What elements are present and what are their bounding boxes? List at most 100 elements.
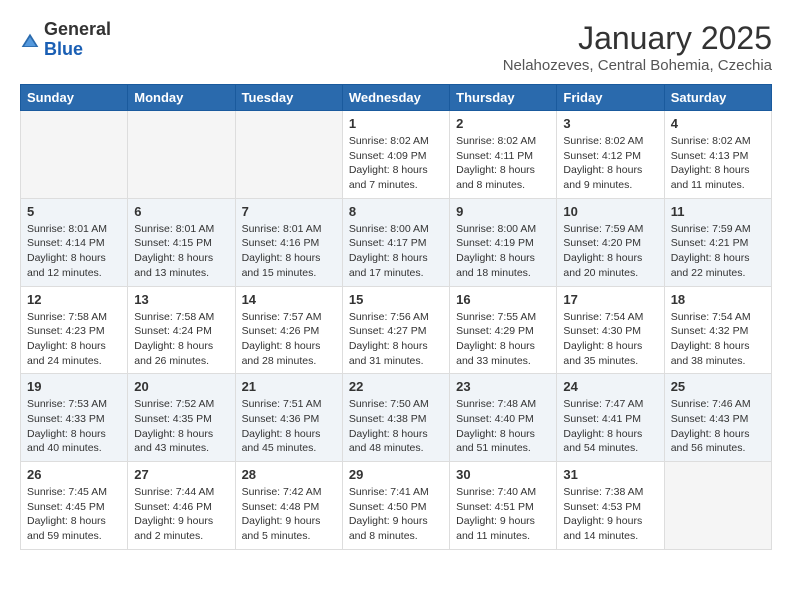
calendar-week-row: 5 Sunrise: 8:01 AMSunset: 4:14 PMDayligh… bbox=[21, 198, 772, 286]
col-friday: Friday bbox=[557, 85, 664, 111]
day-info: Sunrise: 7:45 AMSunset: 4:45 PMDaylight:… bbox=[27, 485, 121, 544]
day-info: Sunrise: 8:01 AMSunset: 4:16 PMDaylight:… bbox=[242, 222, 336, 281]
day-number: 28 bbox=[242, 467, 336, 482]
logo: General Blue bbox=[20, 20, 111, 60]
calendar-week-row: 26 Sunrise: 7:45 AMSunset: 4:45 PMDaylig… bbox=[21, 462, 772, 550]
day-number: 30 bbox=[456, 467, 550, 482]
calendar-cell bbox=[21, 111, 128, 199]
calendar-cell: 17 Sunrise: 7:54 AMSunset: 4:30 PMDaylig… bbox=[557, 286, 664, 374]
day-info: Sunrise: 7:41 AMSunset: 4:50 PMDaylight:… bbox=[349, 485, 443, 544]
day-number: 6 bbox=[134, 204, 228, 219]
calendar-cell: 25 Sunrise: 7:46 AMSunset: 4:43 PMDaylig… bbox=[664, 374, 771, 462]
col-saturday: Saturday bbox=[664, 85, 771, 111]
calendar-cell: 9 Sunrise: 8:00 AMSunset: 4:19 PMDayligh… bbox=[450, 198, 557, 286]
calendar-cell: 5 Sunrise: 8:01 AMSunset: 4:14 PMDayligh… bbox=[21, 198, 128, 286]
calendar-cell: 18 Sunrise: 7:54 AMSunset: 4:32 PMDaylig… bbox=[664, 286, 771, 374]
day-info: Sunrise: 7:59 AMSunset: 4:21 PMDaylight:… bbox=[671, 222, 765, 281]
day-number: 19 bbox=[27, 379, 121, 394]
day-number: 2 bbox=[456, 116, 550, 131]
calendar-cell: 12 Sunrise: 7:58 AMSunset: 4:23 PMDaylig… bbox=[21, 286, 128, 374]
calendar-header-row: Sunday Monday Tuesday Wednesday Thursday… bbox=[21, 85, 772, 111]
day-number: 9 bbox=[456, 204, 550, 219]
day-info: Sunrise: 8:01 AMSunset: 4:14 PMDaylight:… bbox=[27, 222, 121, 281]
day-info: Sunrise: 8:02 AMSunset: 4:12 PMDaylight:… bbox=[563, 134, 657, 193]
calendar-cell: 2 Sunrise: 8:02 AMSunset: 4:11 PMDayligh… bbox=[450, 111, 557, 199]
day-number: 8 bbox=[349, 204, 443, 219]
day-info: Sunrise: 7:40 AMSunset: 4:51 PMDaylight:… bbox=[456, 485, 550, 544]
day-number: 20 bbox=[134, 379, 228, 394]
calendar-cell: 11 Sunrise: 7:59 AMSunset: 4:21 PMDaylig… bbox=[664, 198, 771, 286]
calendar-cell: 16 Sunrise: 7:55 AMSunset: 4:29 PMDaylig… bbox=[450, 286, 557, 374]
day-number: 18 bbox=[671, 292, 765, 307]
calendar-cell bbox=[235, 111, 342, 199]
day-info: Sunrise: 7:51 AMSunset: 4:36 PMDaylight:… bbox=[242, 397, 336, 456]
day-number: 1 bbox=[349, 116, 443, 131]
calendar-cell: 8 Sunrise: 8:00 AMSunset: 4:17 PMDayligh… bbox=[342, 198, 449, 286]
calendar-week-row: 1 Sunrise: 8:02 AMSunset: 4:09 PMDayligh… bbox=[21, 111, 772, 199]
col-tuesday: Tuesday bbox=[235, 85, 342, 111]
day-number: 23 bbox=[456, 379, 550, 394]
logo-text: General Blue bbox=[44, 20, 111, 60]
month-title: January 2025 bbox=[503, 20, 772, 57]
day-info: Sunrise: 7:47 AMSunset: 4:41 PMDaylight:… bbox=[563, 397, 657, 456]
page-header: General Blue January 2025 Nelahozeves, C… bbox=[20, 20, 772, 74]
calendar-cell: 4 Sunrise: 8:02 AMSunset: 4:13 PMDayligh… bbox=[664, 111, 771, 199]
day-info: Sunrise: 8:02 AMSunset: 4:11 PMDaylight:… bbox=[456, 134, 550, 193]
day-info: Sunrise: 8:01 AMSunset: 4:15 PMDaylight:… bbox=[134, 222, 228, 281]
day-info: Sunrise: 7:48 AMSunset: 4:40 PMDaylight:… bbox=[456, 397, 550, 456]
day-info: Sunrise: 7:54 AMSunset: 4:32 PMDaylight:… bbox=[671, 310, 765, 369]
calendar-cell: 20 Sunrise: 7:52 AMSunset: 4:35 PMDaylig… bbox=[128, 374, 235, 462]
location: Nelahozeves, Central Bohemia, Czechia bbox=[503, 57, 772, 74]
calendar-cell: 24 Sunrise: 7:47 AMSunset: 4:41 PMDaylig… bbox=[557, 374, 664, 462]
calendar-cell: 19 Sunrise: 7:53 AMSunset: 4:33 PMDaylig… bbox=[21, 374, 128, 462]
calendar-cell: 6 Sunrise: 8:01 AMSunset: 4:15 PMDayligh… bbox=[128, 198, 235, 286]
day-number: 24 bbox=[563, 379, 657, 394]
day-info: Sunrise: 7:57 AMSunset: 4:26 PMDaylight:… bbox=[242, 310, 336, 369]
day-info: Sunrise: 7:46 AMSunset: 4:43 PMDaylight:… bbox=[671, 397, 765, 456]
day-number: 15 bbox=[349, 292, 443, 307]
calendar-cell: 21 Sunrise: 7:51 AMSunset: 4:36 PMDaylig… bbox=[235, 374, 342, 462]
day-info: Sunrise: 7:55 AMSunset: 4:29 PMDaylight:… bbox=[456, 310, 550, 369]
day-number: 26 bbox=[27, 467, 121, 482]
calendar-cell bbox=[664, 462, 771, 550]
day-number: 7 bbox=[242, 204, 336, 219]
calendar-cell: 10 Sunrise: 7:59 AMSunset: 4:20 PMDaylig… bbox=[557, 198, 664, 286]
day-info: Sunrise: 7:50 AMSunset: 4:38 PMDaylight:… bbox=[349, 397, 443, 456]
day-info: Sunrise: 7:56 AMSunset: 4:27 PMDaylight:… bbox=[349, 310, 443, 369]
day-info: Sunrise: 7:42 AMSunset: 4:48 PMDaylight:… bbox=[242, 485, 336, 544]
day-number: 21 bbox=[242, 379, 336, 394]
day-number: 13 bbox=[134, 292, 228, 307]
day-info: Sunrise: 8:00 AMSunset: 4:17 PMDaylight:… bbox=[349, 222, 443, 281]
calendar-cell: 29 Sunrise: 7:41 AMSunset: 4:50 PMDaylig… bbox=[342, 462, 449, 550]
day-number: 10 bbox=[563, 204, 657, 219]
calendar-cell: 7 Sunrise: 8:01 AMSunset: 4:16 PMDayligh… bbox=[235, 198, 342, 286]
col-monday: Monday bbox=[128, 85, 235, 111]
day-info: Sunrise: 7:58 AMSunset: 4:24 PMDaylight:… bbox=[134, 310, 228, 369]
calendar-cell: 13 Sunrise: 7:58 AMSunset: 4:24 PMDaylig… bbox=[128, 286, 235, 374]
calendar-cell: 27 Sunrise: 7:44 AMSunset: 4:46 PMDaylig… bbox=[128, 462, 235, 550]
calendar-cell: 3 Sunrise: 8:02 AMSunset: 4:12 PMDayligh… bbox=[557, 111, 664, 199]
day-number: 4 bbox=[671, 116, 765, 131]
day-info: Sunrise: 7:52 AMSunset: 4:35 PMDaylight:… bbox=[134, 397, 228, 456]
day-number: 27 bbox=[134, 467, 228, 482]
day-info: Sunrise: 8:02 AMSunset: 4:09 PMDaylight:… bbox=[349, 134, 443, 193]
logo-icon bbox=[20, 32, 40, 52]
calendar-table: Sunday Monday Tuesday Wednesday Thursday… bbox=[20, 84, 772, 550]
col-thursday: Thursday bbox=[450, 85, 557, 111]
calendar-week-row: 12 Sunrise: 7:58 AMSunset: 4:23 PMDaylig… bbox=[21, 286, 772, 374]
day-number: 22 bbox=[349, 379, 443, 394]
day-info: Sunrise: 8:00 AMSunset: 4:19 PMDaylight:… bbox=[456, 222, 550, 281]
day-number: 31 bbox=[563, 467, 657, 482]
day-number: 17 bbox=[563, 292, 657, 307]
logo-general: General bbox=[44, 20, 111, 40]
day-number: 25 bbox=[671, 379, 765, 394]
col-sunday: Sunday bbox=[21, 85, 128, 111]
calendar-cell: 14 Sunrise: 7:57 AMSunset: 4:26 PMDaylig… bbox=[235, 286, 342, 374]
day-info: Sunrise: 7:53 AMSunset: 4:33 PMDaylight:… bbox=[27, 397, 121, 456]
day-number: 5 bbox=[27, 204, 121, 219]
day-info: Sunrise: 7:38 AMSunset: 4:53 PMDaylight:… bbox=[563, 485, 657, 544]
calendar-cell: 31 Sunrise: 7:38 AMSunset: 4:53 PMDaylig… bbox=[557, 462, 664, 550]
calendar-cell bbox=[128, 111, 235, 199]
calendar-week-row: 19 Sunrise: 7:53 AMSunset: 4:33 PMDaylig… bbox=[21, 374, 772, 462]
day-number: 12 bbox=[27, 292, 121, 307]
